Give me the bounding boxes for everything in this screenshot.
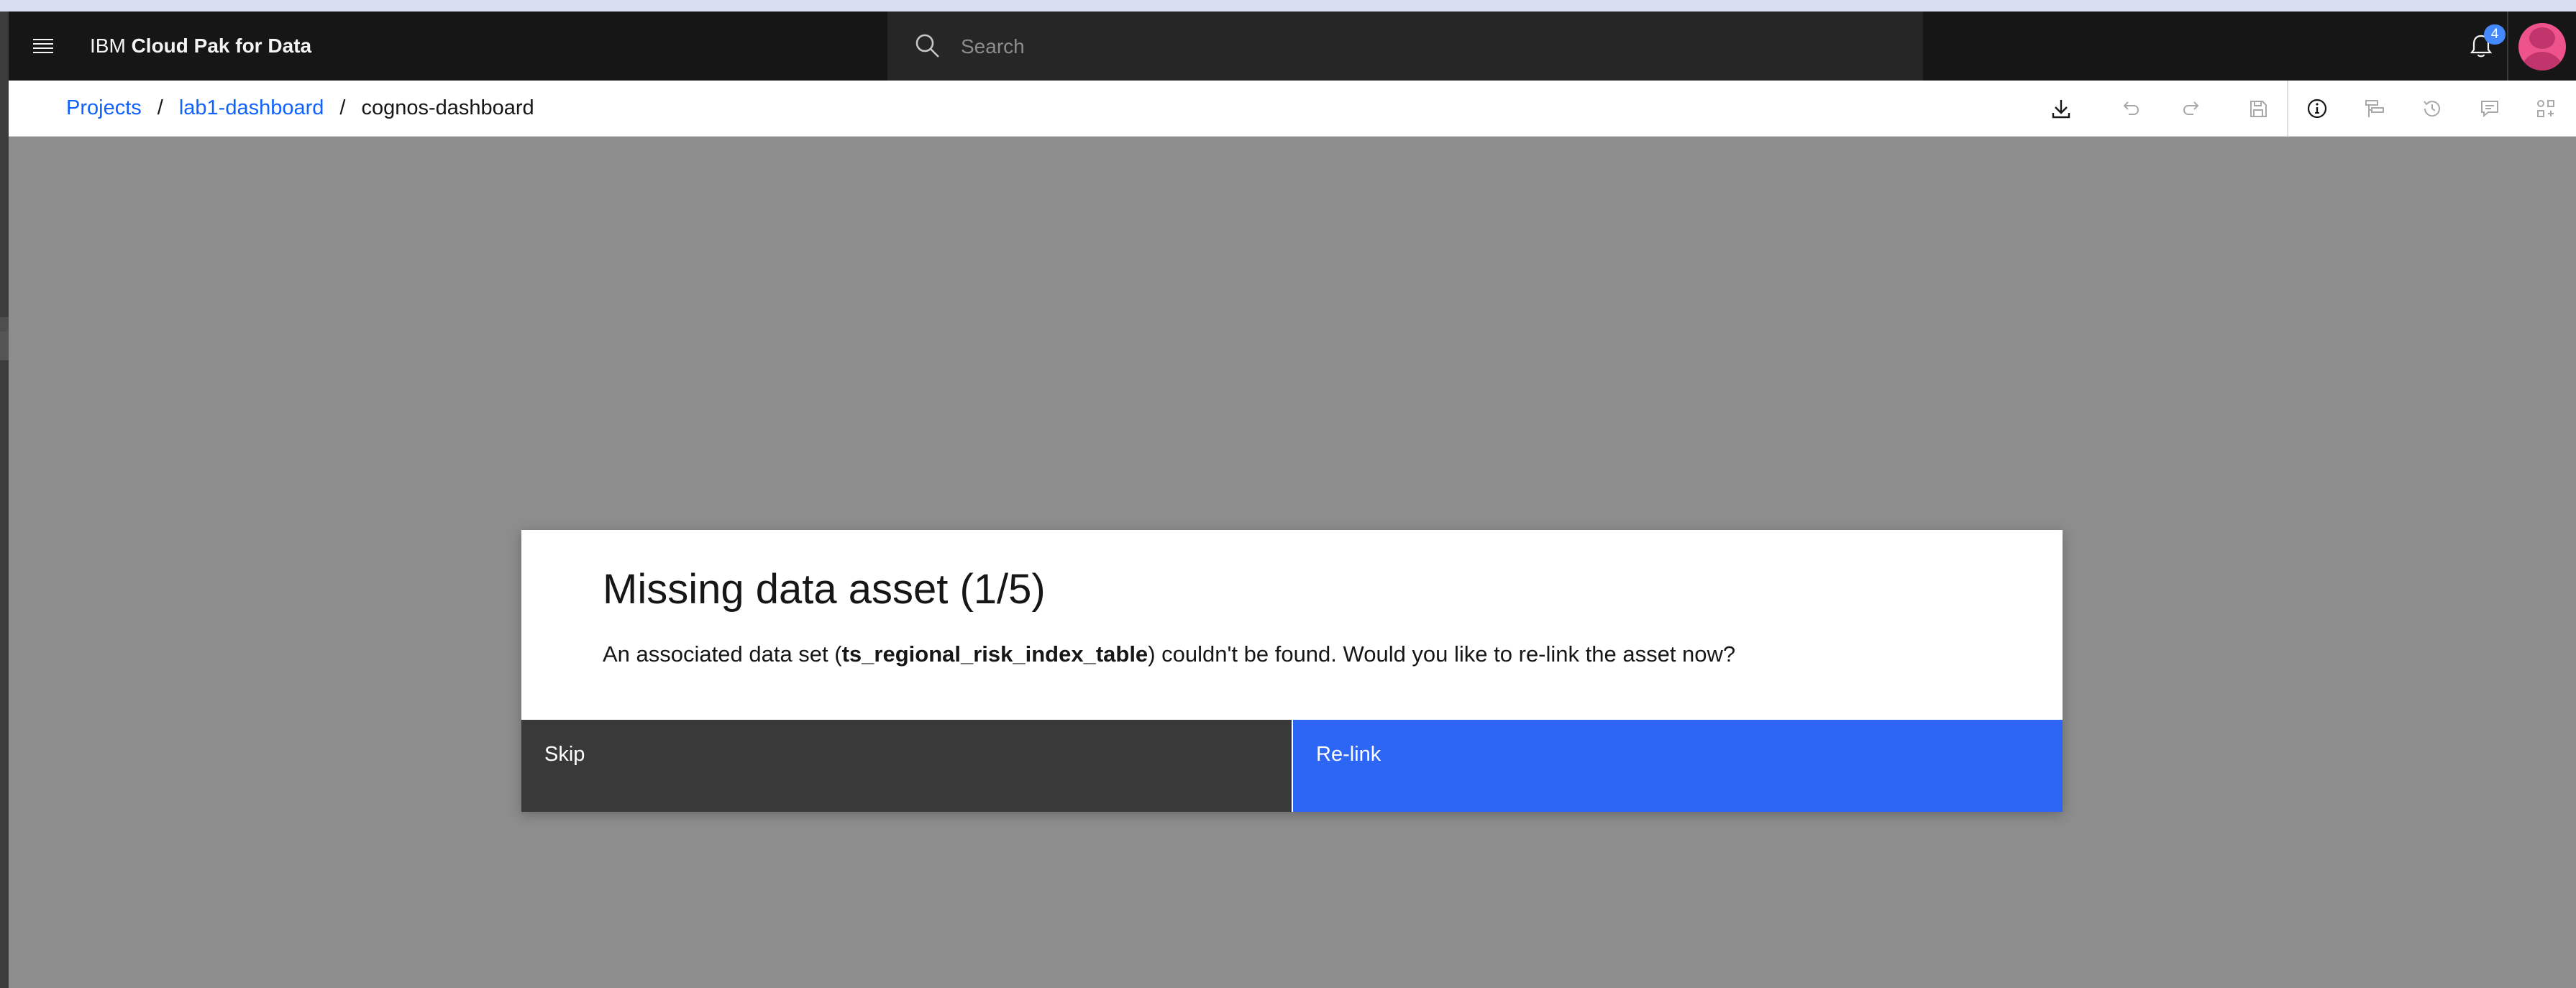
top-header: IBM Cloud Pak for Data 4 xyxy=(9,12,2576,81)
data-sources-button[interactable] xyxy=(2360,94,2389,123)
dialog-message-start: An associated data set ( xyxy=(603,641,842,667)
info-button[interactable] xyxy=(2303,94,2331,123)
widgets-icon xyxy=(2537,100,2554,117)
download-button[interactable] xyxy=(2047,94,2075,123)
search-icon[interactable] xyxy=(913,32,942,60)
history-button[interactable] xyxy=(2418,94,2447,123)
save-icon xyxy=(2250,101,2267,117)
skip-button-label: Skip xyxy=(544,743,585,766)
hamburger-menu-icon xyxy=(33,39,53,53)
notification-count-badge: 4 xyxy=(2484,24,2506,45)
left-edge-marker xyxy=(0,331,9,360)
breadcrumb-current: cognos-dashboard xyxy=(361,96,534,119)
breadcrumb-separator: / xyxy=(339,96,346,119)
hamburger-menu-button[interactable] xyxy=(26,29,60,63)
info-icon xyxy=(2307,99,2327,119)
brand-label: IBM xyxy=(90,35,126,57)
browser-top-strip xyxy=(0,0,2576,12)
relink-button[interactable]: Re-link xyxy=(1293,720,2063,812)
comment-icon xyxy=(2481,101,2498,118)
redo-icon xyxy=(2183,101,2199,115)
left-edge-marker xyxy=(0,317,9,331)
header-divider xyxy=(2507,12,2508,81)
breadcrumb: Projects / lab1-dashboard / cognos-dashb… xyxy=(66,95,534,121)
dialog-title: Missing data asset (1/5) xyxy=(603,566,1046,613)
product-label: Cloud Pak for Data xyxy=(131,35,312,57)
breadcrumb-projects[interactable]: Projects xyxy=(66,95,142,121)
history-icon xyxy=(2424,101,2440,117)
download-icon xyxy=(2052,100,2070,119)
avatar-head xyxy=(2529,27,2555,49)
left-edge-panel xyxy=(0,12,9,988)
comments-button[interactable] xyxy=(2475,94,2504,123)
breadcrumb-separator: / xyxy=(157,96,163,119)
dashboard-toolbar: Projects / lab1-dashboard / cognos-dashb… xyxy=(9,81,2576,137)
missing-data-asset-dialog: Missing data asset (1/5) An associated d… xyxy=(521,530,2063,812)
toolbar-divider xyxy=(2287,81,2288,137)
breadcrumb-lab1-dashboard[interactable]: lab1-dashboard xyxy=(179,95,324,121)
dialog-message-end: ) couldn't be found. Would you like to r… xyxy=(1148,641,1736,667)
undo-icon xyxy=(2123,101,2139,115)
widgets-button[interactable] xyxy=(2531,94,2560,123)
notifications-button[interactable]: 4 xyxy=(2447,12,2516,81)
user-avatar[interactable] xyxy=(2518,23,2566,70)
product-name[interactable]: IBM Cloud Pak for Data xyxy=(90,33,311,59)
relink-button-label: Re-link xyxy=(1316,743,1381,766)
global-search xyxy=(887,12,1923,81)
avatar-shoulders xyxy=(2520,52,2564,70)
dialog-message: An associated data set (ts_regional_risk… xyxy=(603,640,1735,669)
missing-asset-name: ts_regional_risk_index_table xyxy=(841,641,1148,667)
search-input[interactable] xyxy=(959,29,1897,65)
skip-button[interactable]: Skip xyxy=(521,720,1292,812)
undo-button[interactable] xyxy=(2116,94,2145,123)
save-button[interactable] xyxy=(2244,94,2273,123)
redo-button[interactable] xyxy=(2178,94,2206,123)
data-sources-icon xyxy=(2365,100,2384,117)
